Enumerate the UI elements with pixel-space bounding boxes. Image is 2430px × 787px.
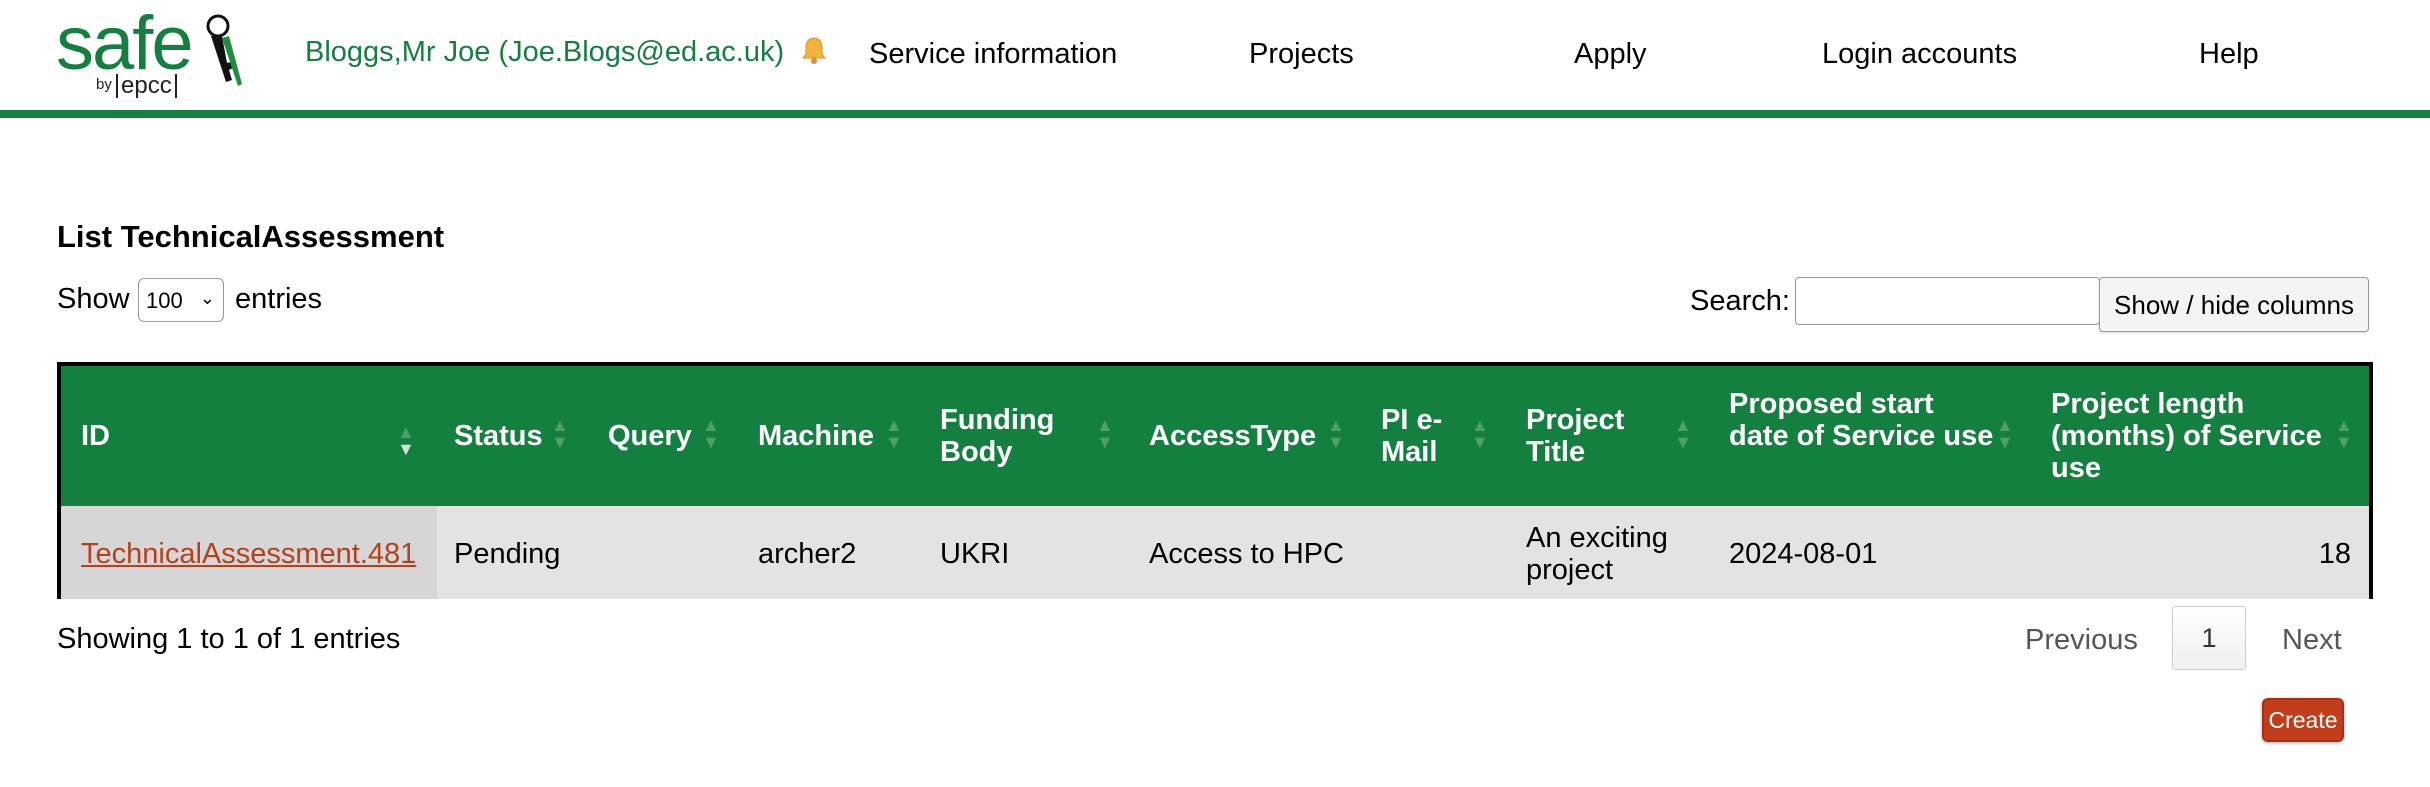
cell-funding-body: UKRI: [940, 538, 1010, 570]
column-header-funding-body[interactable]: Funding Body: [940, 404, 1090, 468]
column-header-pi-email[interactable]: PI e-Mail: [1381, 404, 1471, 468]
sort-icon[interactable]: ▲ ▼: [702, 416, 720, 451]
pagination-page-1[interactable]: 1: [2172, 606, 2246, 670]
sort-icon[interactable]: ▲ ▼: [551, 416, 569, 451]
pagination-previous[interactable]: Previous: [2025, 624, 2138, 657]
sort-icon[interactable]: ▲ ▼: [1096, 416, 1114, 451]
table-row: TechnicalAssessment.481 Pending archer2 …: [61, 506, 2369, 599]
logo-epcc: epcc: [116, 74, 177, 98]
column-header-project-length[interactable]: Project length (months) of Service use: [2051, 388, 2351, 484]
column-header-access-type[interactable]: AccessType: [1149, 420, 1316, 452]
search-label: Search:: [1690, 285, 1790, 317]
nav-help[interactable]: Help: [2199, 38, 2259, 71]
column-header-proposed-start-date[interactable]: Proposed start date of Service use: [1729, 388, 1999, 452]
column-header-id[interactable]: ID: [81, 420, 110, 452]
page-title: List TechnicalAssessment: [57, 219, 445, 254]
cell-status: Pending: [454, 538, 561, 570]
bell-icon[interactable]: [799, 35, 829, 65]
nav-service-information[interactable]: Service information: [869, 38, 1117, 71]
cell-machine: archer2: [758, 538, 857, 570]
column-header-status[interactable]: Status: [454, 420, 543, 452]
nav-projects[interactable]: Projects: [1249, 38, 1354, 71]
logo-by: by: [96, 76, 112, 93]
table-header: ID ▲ ▼ Status ▲ ▼ Query ▲ ▼ Machine ▲ ▼ Fund…: [61, 366, 2369, 506]
cell-start-date: 2024-08-01: [1729, 538, 1878, 570]
column-header-machine[interactable]: Machine: [758, 420, 874, 452]
cell-access-type: Access to HPC: [1149, 538, 1344, 570]
assessment-id-link[interactable]: TechnicalAssessment.481: [81, 538, 416, 570]
nav-apply[interactable]: Apply: [1574, 38, 1647, 71]
chevron-down-icon: ⌄: [199, 288, 215, 308]
top-header: safe by epcc Bloggs,Mr Joe (Joe.Blogs@ed…: [0, 0, 2430, 118]
sort-desc-icon[interactable]: ▲ ▼: [397, 423, 415, 458]
entries-per-page-value: 100: [146, 288, 183, 313]
sort-icon[interactable]: ▲ ▼: [2335, 416, 2353, 451]
cell-project-title: An exciting project: [1526, 522, 1668, 586]
technical-assessment-table: ID ▲ ▼ Status ▲ ▼ Query ▲ ▼ Machine ▲ ▼ Fund…: [57, 362, 2373, 599]
user-identity[interactable]: Bloggs,Mr Joe (Joe.Blogs@ed.ac.uk): [305, 36, 784, 69]
safe-logo[interactable]: safe by epcc: [56, 6, 246, 106]
cell-project-length: 18: [2318, 538, 2351, 570]
sort-icon[interactable]: ▲ ▼: [1471, 416, 1489, 451]
sort-icon[interactable]: ▲ ▼: [885, 416, 903, 451]
key-icon: [206, 14, 242, 86]
entries-per-page-select[interactable]: 100 ⌄: [138, 278, 224, 322]
column-header-query[interactable]: Query: [608, 420, 692, 452]
table-info: Showing 1 to 1 of 1 entries: [57, 623, 401, 655]
sort-icon[interactable]: ▲ ▼: [1996, 416, 2014, 451]
logo-wordmark: safe: [56, 1, 194, 86]
sort-icon[interactable]: ▲ ▼: [1674, 416, 1692, 451]
create-button[interactable]: Create: [2262, 698, 2344, 742]
sort-icon[interactable]: ▲ ▼: [1327, 416, 1345, 451]
show-label: Show: [57, 283, 130, 315]
search-input[interactable]: [1795, 277, 2100, 325]
show-hide-columns-button[interactable]: Show / hide columns: [2099, 277, 2369, 332]
pagination-next[interactable]: Next: [2282, 624, 2342, 657]
entries-label: entries: [235, 283, 323, 315]
nav-login-accounts[interactable]: Login accounts: [1822, 38, 2017, 71]
column-header-project-title[interactable]: Project Title: [1526, 404, 1666, 468]
